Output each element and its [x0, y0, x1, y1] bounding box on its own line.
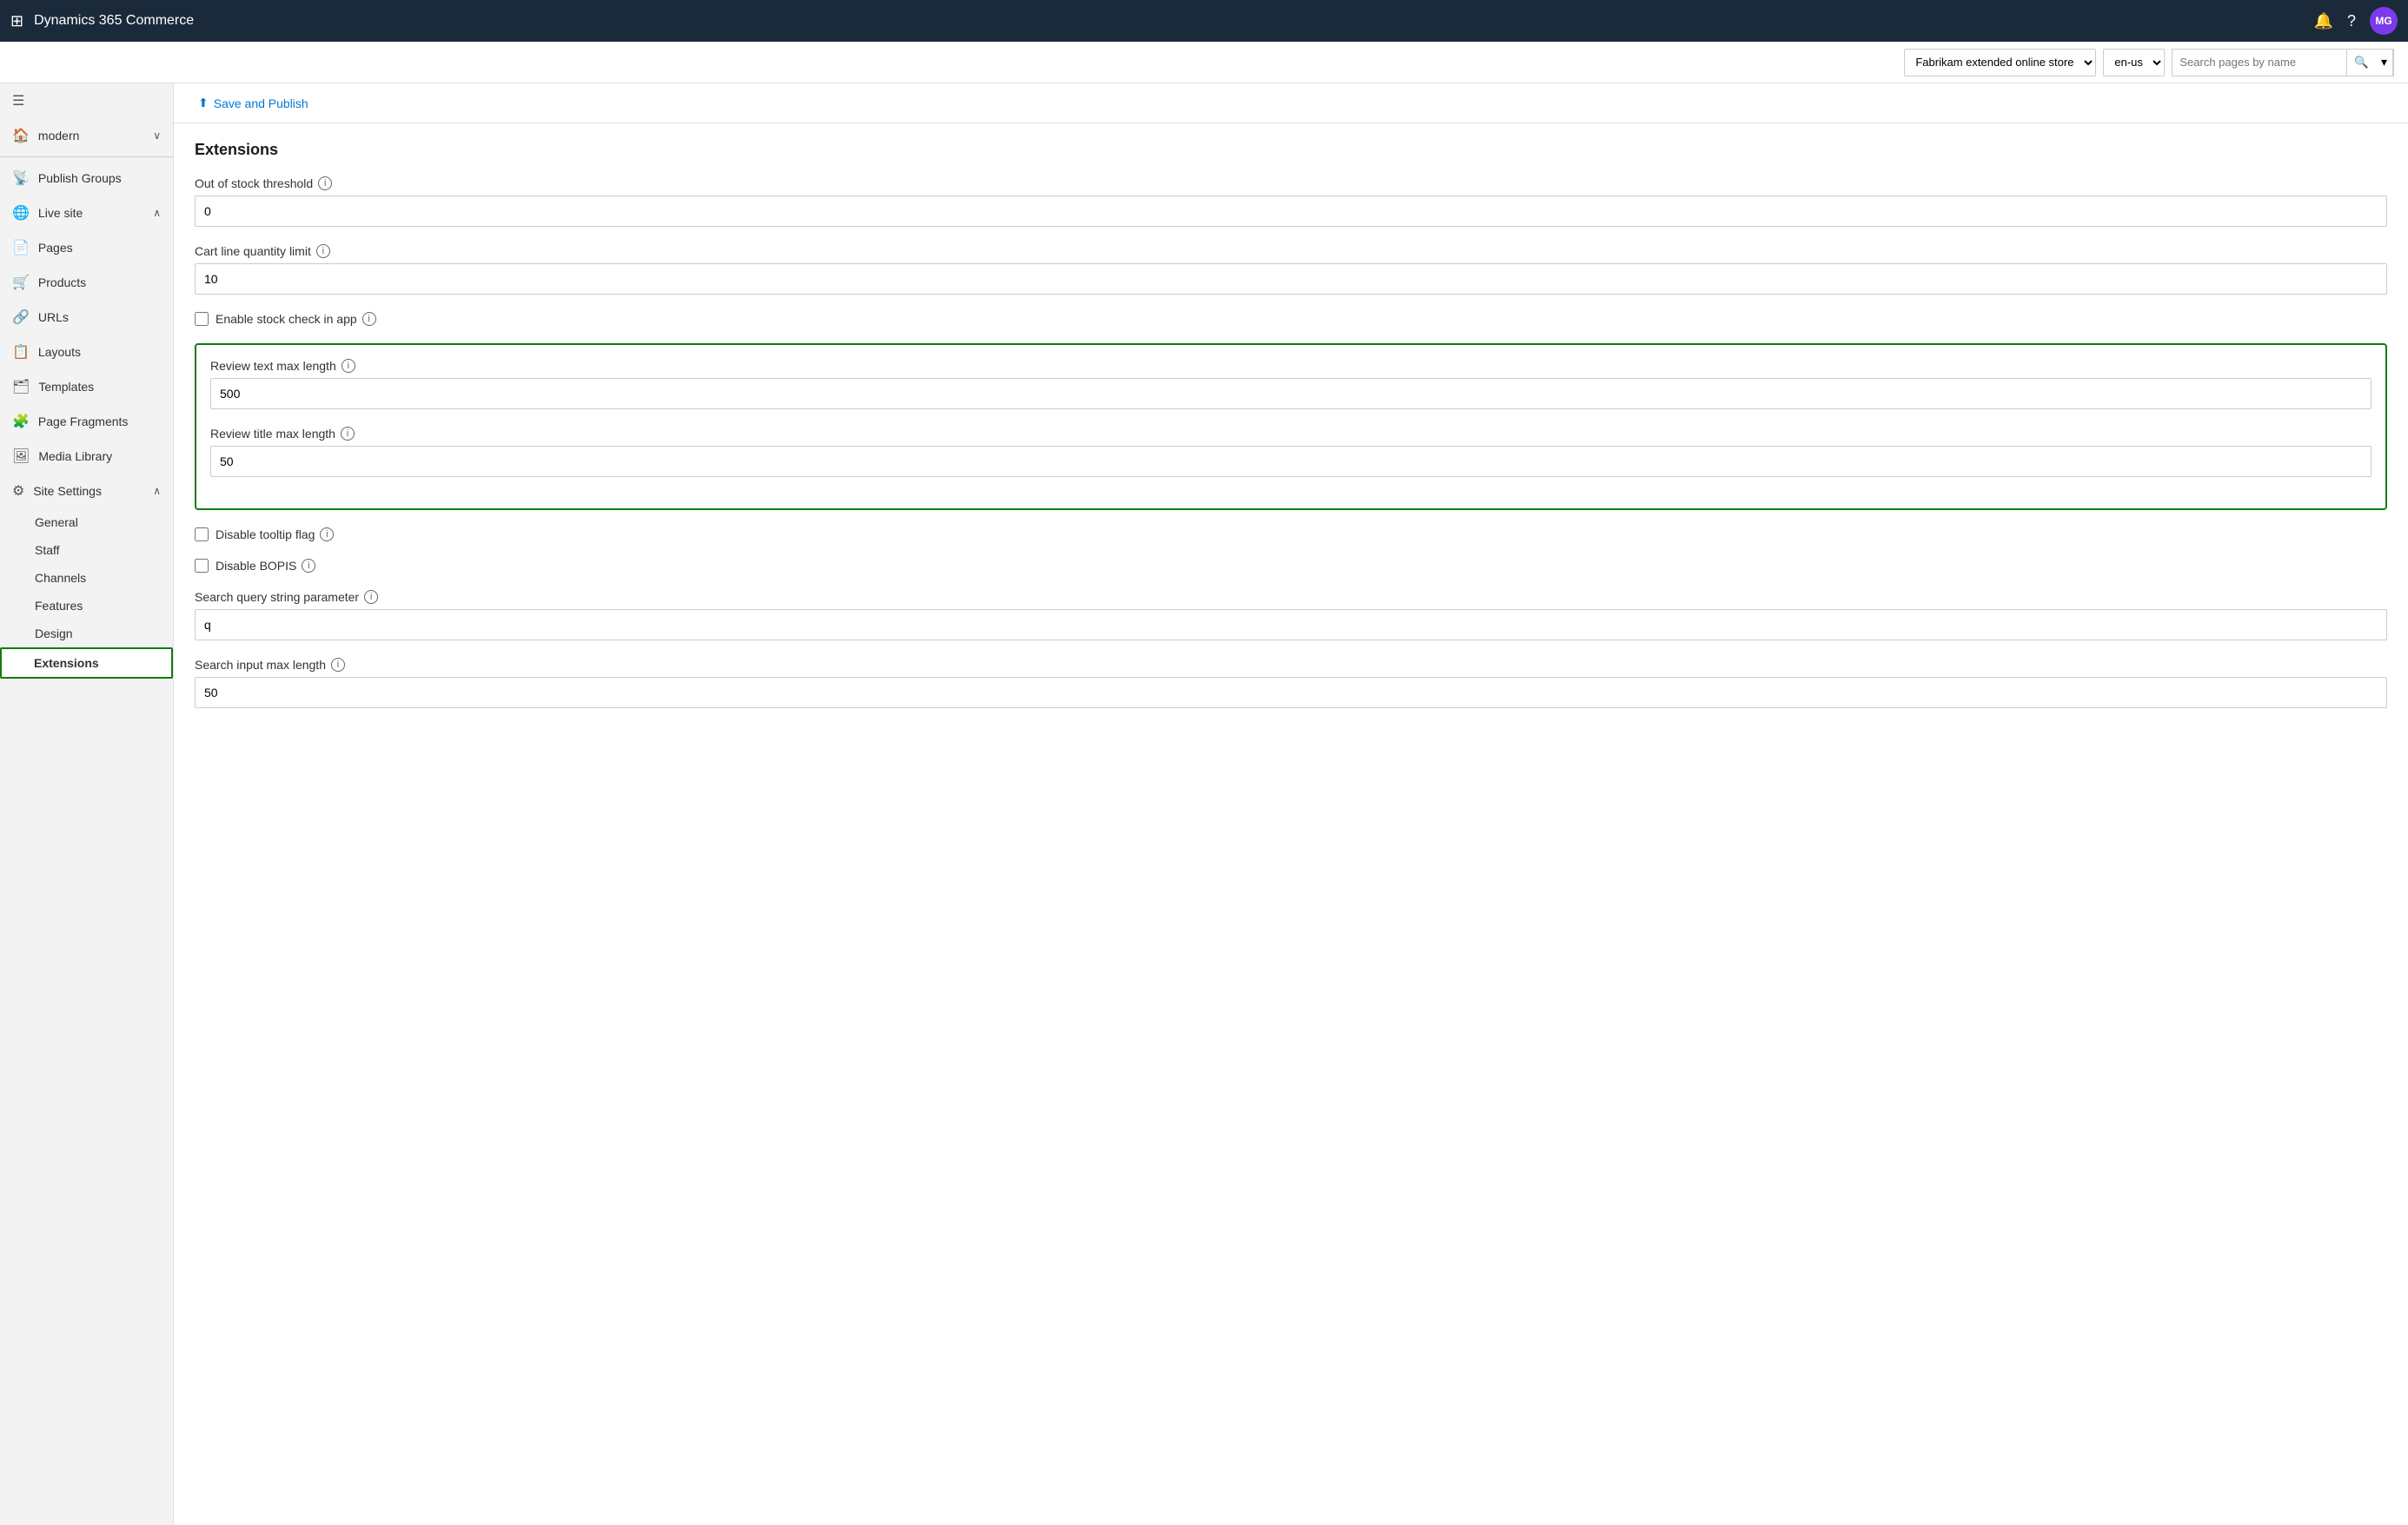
sidebar-item-urls[interactable]: 🔗 URLs [0, 300, 173, 335]
search-query-info-icon[interactable]: i [364, 590, 378, 604]
sidebar-separator-1 [0, 156, 173, 157]
enable-stock-check-label: Enable stock check in app i [216, 312, 376, 326]
cart-line-label: Cart line quantity limit i [195, 244, 2387, 258]
sidebar-site-name[interactable]: 🏠 modern ∨ [0, 118, 173, 153]
search-query-label: Search query string parameter i [195, 590, 2387, 604]
hamburger-icon: ☰ [12, 92, 24, 109]
search-dropdown-button[interactable]: ▾ [2376, 49, 2393, 76]
field-group-review-title: Review title max length i [210, 427, 2372, 477]
search-query-input[interactable] [195, 609, 2387, 640]
enable-stock-check-checkbox[interactable] [195, 312, 209, 326]
out-of-stock-label: Out of stock threshold i [195, 176, 2387, 190]
site-chevron-icon: ∨ [153, 129, 161, 142]
cart-line-input[interactable] [195, 263, 2387, 295]
site-settings-chevron-icon: ∧ [153, 485, 161, 497]
search-button[interactable]: 🔍 [2346, 50, 2376, 76]
review-title-input[interactable] [210, 446, 2372, 477]
field-group-cart-line-quantity: Cart line quantity limit i [195, 244, 2387, 295]
main-layout: ☰ 🏠 modern ∨ 📡 Publish Groups 🌐 Live sit… [0, 83, 2408, 1525]
sidebar-sub-general[interactable]: General [0, 508, 173, 536]
field-group-out-of-stock: Out of stock threshold i [195, 176, 2387, 227]
sidebar: ☰ 🏠 modern ∨ 📡 Publish Groups 🌐 Live sit… [0, 83, 174, 1525]
review-title-label: Review title max length i [210, 427, 2372, 441]
sidebar-sub-extensions[interactable]: Extensions [0, 647, 173, 679]
search-pages-input[interactable] [2173, 50, 2346, 76]
layouts-icon: 📋 [12, 343, 30, 361]
field-group-review-text: Review text max length i [210, 359, 2372, 409]
cart-line-info-icon[interactable]: i [316, 244, 330, 258]
live-site-chevron-icon: ∧ [153, 207, 161, 219]
disable-tooltip-row: Disable tooltip flag i [195, 527, 2387, 541]
site-settings-icon: ⚙ [12, 482, 24, 500]
sidebar-item-publish-groups[interactable]: 📡 Publish Groups [0, 161, 173, 196]
sidebar-sub-channels[interactable]: Channels [0, 564, 173, 592]
review-text-info-icon[interactable]: i [342, 359, 355, 373]
publish-groups-icon: 📡 [12, 169, 30, 187]
disable-bopis-row: Disable BOPIS i [195, 559, 2387, 573]
disable-bopis-info-icon[interactable]: i [302, 559, 315, 573]
locale-selector[interactable]: en-us [2103, 49, 2165, 76]
disable-bopis-label: Disable BOPIS i [216, 559, 315, 573]
avatar[interactable]: MG [2370, 7, 2398, 35]
review-fields-group: Review text max length i Review title ma… [195, 343, 2387, 510]
sidebar-item-media-library[interactable]: 🖼 Media Library [0, 439, 173, 474]
out-of-stock-input[interactable] [195, 196, 2387, 227]
sidebar-hamburger[interactable]: ☰ [0, 83, 173, 118]
disable-tooltip-label: Disable tooltip flag i [216, 527, 334, 541]
media-library-icon: 🖼 [12, 448, 30, 465]
disable-bopis-checkbox[interactable] [195, 559, 209, 573]
app-title: Dynamics 365 Commerce [34, 13, 2303, 29]
page-search-box: 🔍 ▾ [2172, 49, 2394, 76]
sidebar-item-pages[interactable]: 📄 Pages [0, 230, 173, 265]
save-publish-button[interactable]: ⬆ Save and Publish [191, 92, 315, 114]
save-publish-icon: ⬆ [198, 96, 209, 110]
products-icon: 🛒 [12, 274, 30, 291]
enable-stock-info-icon[interactable]: i [362, 312, 376, 326]
out-of-stock-info-icon[interactable]: i [318, 176, 332, 190]
field-group-search-input-max: Search input max length i [195, 658, 2387, 708]
field-group-search-query: Search query string parameter i [195, 590, 2387, 640]
templates-icon: 🗂 [12, 378, 30, 395]
pages-icon: 📄 [12, 239, 30, 256]
enable-stock-check-row: Enable stock check in app i [195, 312, 2387, 326]
help-icon[interactable]: ? [2347, 12, 2356, 30]
sidebar-sub-design[interactable]: Design [0, 620, 173, 647]
sidebar-sub-staff[interactable]: Staff [0, 536, 173, 564]
review-text-label: Review text max length i [210, 359, 2372, 373]
disable-tooltip-info-icon[interactable]: i [320, 527, 334, 541]
review-title-info-icon[interactable]: i [341, 427, 355, 441]
urls-icon: 🔗 [12, 308, 30, 326]
content-body: Extensions Out of stock threshold i Cart… [174, 123, 2408, 1525]
site-icon: 🏠 [12, 127, 30, 144]
sidebar-item-site-settings[interactable]: ⚙ Site Settings ∧ [0, 474, 173, 508]
search-input-max-input[interactable] [195, 677, 2387, 708]
sidebar-sub-features[interactable]: Features [0, 592, 173, 620]
search-input-max-info-icon[interactable]: i [331, 658, 345, 672]
content-header: ⬆ Save and Publish [174, 83, 2408, 123]
review-text-input[interactable] [210, 378, 2372, 409]
topbar-right: 🔔 ? MG [2314, 7, 2398, 35]
search-input-max-label: Search input max length i [195, 658, 2387, 672]
sidebar-item-live-site[interactable]: 🌐 Live site ∧ [0, 196, 173, 230]
subheader: Fabrikam extended online store en-us 🔍 ▾ [0, 42, 2408, 83]
grid-icon[interactable]: ⊞ [10, 12, 23, 30]
notification-icon[interactable]: 🔔 [2314, 12, 2333, 30]
sidebar-item-templates[interactable]: 🗂 Templates [0, 369, 173, 404]
disable-tooltip-checkbox[interactable] [195, 527, 209, 541]
sidebar-item-page-fragments[interactable]: 🧩 Page Fragments [0, 404, 173, 439]
store-selector[interactable]: Fabrikam extended online store [1904, 49, 2096, 76]
extensions-title: Extensions [195, 141, 2387, 159]
live-site-icon: 🌐 [12, 204, 30, 222]
sidebar-item-layouts[interactable]: 📋 Layouts [0, 335, 173, 369]
sidebar-item-products[interactable]: 🛒 Products [0, 265, 173, 300]
content-area: ⬆ Save and Publish Extensions Out of sto… [174, 83, 2408, 1525]
page-fragments-icon: 🧩 [12, 413, 30, 430]
topbar: ⊞ Dynamics 365 Commerce 🔔 ? MG [0, 0, 2408, 42]
